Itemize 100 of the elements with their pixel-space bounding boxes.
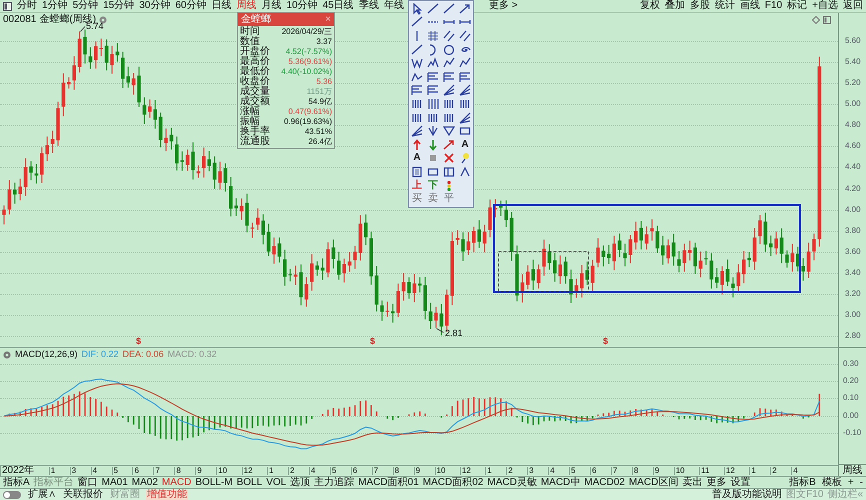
indicator-option[interactable]: - [860, 478, 863, 488]
bars-icon[interactable] [443, 112, 455, 124]
settings-icon[interactable] [3, 350, 11, 358]
zigzag-icon[interactable] [443, 57, 455, 70]
indicator-tab[interactable]: 指标A [3, 478, 30, 488]
line-icon[interactable] [411, 44, 423, 56]
toolbar-action[interactable]: F10 [764, 1, 782, 11]
status-link[interactable]: 扩展∧ [27, 490, 57, 500]
period-tab[interactable]: 年线 [384, 1, 404, 11]
period-tab[interactable]: 15分钟 [103, 1, 134, 11]
document-icon[interactable] [411, 166, 423, 178]
level-lines-icon[interactable] [427, 70, 439, 83]
bars-icon[interactable] [411, 98, 423, 110]
panel-toggle-icon[interactable] [3, 2, 12, 10]
indicator-tab[interactable]: 更多 [706, 478, 726, 488]
bulb-icon[interactable] [459, 152, 471, 164]
panel-icon[interactable] [443, 166, 455, 178]
rectangle-annotation[interactable] [493, 204, 802, 294]
palette-tool-button[interactable]: A [461, 140, 469, 150]
w-pattern-icon[interactable] [411, 57, 423, 70]
period-tab[interactable]: 季线 [358, 1, 379, 11]
caret-icon[interactable] [459, 166, 471, 178]
indicator-tab[interactable]: VOL [266, 478, 286, 488]
indicator-tab[interactable]: BOLL [236, 478, 262, 488]
toolbar-action[interactable]: 多股 [690, 1, 710, 11]
indicator-option[interactable]: 指标B [789, 478, 816, 488]
grid-icon[interactable] [427, 30, 439, 42]
indicator-tab[interactable]: MACD02 [584, 478, 625, 488]
period-tab[interactable]: 30分钟 [139, 1, 170, 11]
toolbar-action[interactable]: 复权 [640, 1, 660, 11]
palette-tool-button[interactable]: 上 [412, 180, 422, 191]
wave-icon[interactable] [411, 70, 423, 83]
toolbar-action[interactable]: 标记 [787, 1, 808, 11]
period-tab[interactable]: 周线 [236, 1, 256, 11]
level-lines-icon[interactable] [427, 84, 439, 96]
level-lines-icon[interactable] [459, 70, 471, 83]
status-link[interactable]: 关联报价 [62, 490, 104, 500]
indicator-tab[interactable]: MA02 [132, 478, 158, 488]
toolbar-action[interactable]: 画线 [740, 1, 760, 11]
toggle-switch[interactable] [3, 490, 21, 498]
period-tab[interactable]: 10分钟 [286, 1, 318, 11]
indicator-tab[interactable]: 选顶 [290, 478, 310, 488]
more-button[interactable]: 更多 > [489, 1, 518, 11]
period-tab[interactable]: 日线 [212, 1, 232, 11]
status-link[interactable]: 普及版功能说明 [712, 490, 782, 500]
arrow-icon[interactable] [443, 138, 455, 151]
bars-icon[interactable] [459, 98, 471, 110]
indicator-tab[interactable]: 主力追踪 [314, 478, 354, 488]
period-tab[interactable]: 5分钟 [72, 1, 98, 11]
line-icon[interactable] [443, 2, 455, 15]
toolbar-action[interactable]: 叠加 [664, 1, 685, 11]
fan-lines-icon[interactable] [443, 84, 455, 96]
peak-icon[interactable] [427, 57, 439, 70]
panel-icon[interactable] [823, 16, 831, 24]
line-icon[interactable] [427, 2, 439, 15]
bars-icon[interactable] [427, 112, 439, 124]
zigzag-icon[interactable] [459, 57, 471, 70]
fan-lines-icon[interactable] [459, 112, 471, 124]
period-tab[interactable]: 分时 [17, 1, 37, 11]
indicator-tab[interactable]: MA01 [102, 478, 128, 488]
parallel-lines-icon[interactable] [443, 30, 455, 42]
period-tab[interactable]: 45日线 [322, 1, 354, 11]
period-tab[interactable]: 月线 [262, 1, 282, 11]
line-icon[interactable] [411, 16, 423, 28]
down-arrow-icon[interactable] [427, 138, 439, 151]
indicator-tab[interactable]: 卖出 [682, 478, 702, 488]
indicator-tab[interactable]: MACD面积02 [422, 478, 484, 488]
close-icon[interactable] [443, 152, 455, 164]
fan-lines-icon[interactable] [411, 125, 423, 138]
diamond-icon[interactable] [812, 16, 820, 24]
cursor-icon[interactable] [411, 2, 423, 15]
bars-icon[interactable] [443, 98, 455, 110]
indicator-option[interactable]: + [848, 478, 854, 488]
indicator-tab[interactable]: MACD中 [540, 478, 580, 488]
down-arrow-icon[interactable] [427, 125, 439, 138]
indicator-tab[interactable]: MACD灵敏 [487, 478, 537, 488]
circle-icon[interactable] [443, 44, 455, 56]
up-arrow-icon[interactable] [411, 138, 423, 151]
triangle-icon[interactable] [443, 125, 455, 138]
indicator-tab[interactable]: 窗口 [78, 478, 98, 488]
period-tab[interactable]: 1分钟 [42, 1, 68, 11]
level-lines-icon[interactable] [411, 84, 423, 96]
toolbar-action[interactable]: +自选 [812, 1, 838, 11]
palette-tool-button[interactable]: A [413, 153, 421, 164]
bars-icon[interactable] [411, 112, 423, 124]
period-tab[interactable]: 60分钟 [175, 1, 206, 11]
palette-tool-button[interactable]: 下 [428, 180, 438, 191]
fan-lines-icon[interactable] [459, 84, 471, 96]
indicator-tab[interactable]: BOLL-M [195, 478, 233, 488]
arrow-line-icon[interactable] [459, 2, 471, 15]
dashed-rectangle-annotation[interactable] [498, 251, 590, 293]
indicator-tab[interactable]: MACD [162, 478, 192, 488]
vertical-bars-icon[interactable] [427, 98, 439, 110]
indicator-tab[interactable]: MACD面积01 [358, 478, 419, 488]
level-lines-icon[interactable] [443, 70, 455, 83]
settings-icon[interactable] [99, 16, 108, 24]
indicator-tab[interactable]: MACD区间 [628, 478, 678, 488]
indicator-tab[interactable]: 设置 [730, 478, 750, 488]
parallel-lines-icon[interactable] [459, 30, 471, 42]
rectangle-icon[interactable] [427, 166, 439, 178]
